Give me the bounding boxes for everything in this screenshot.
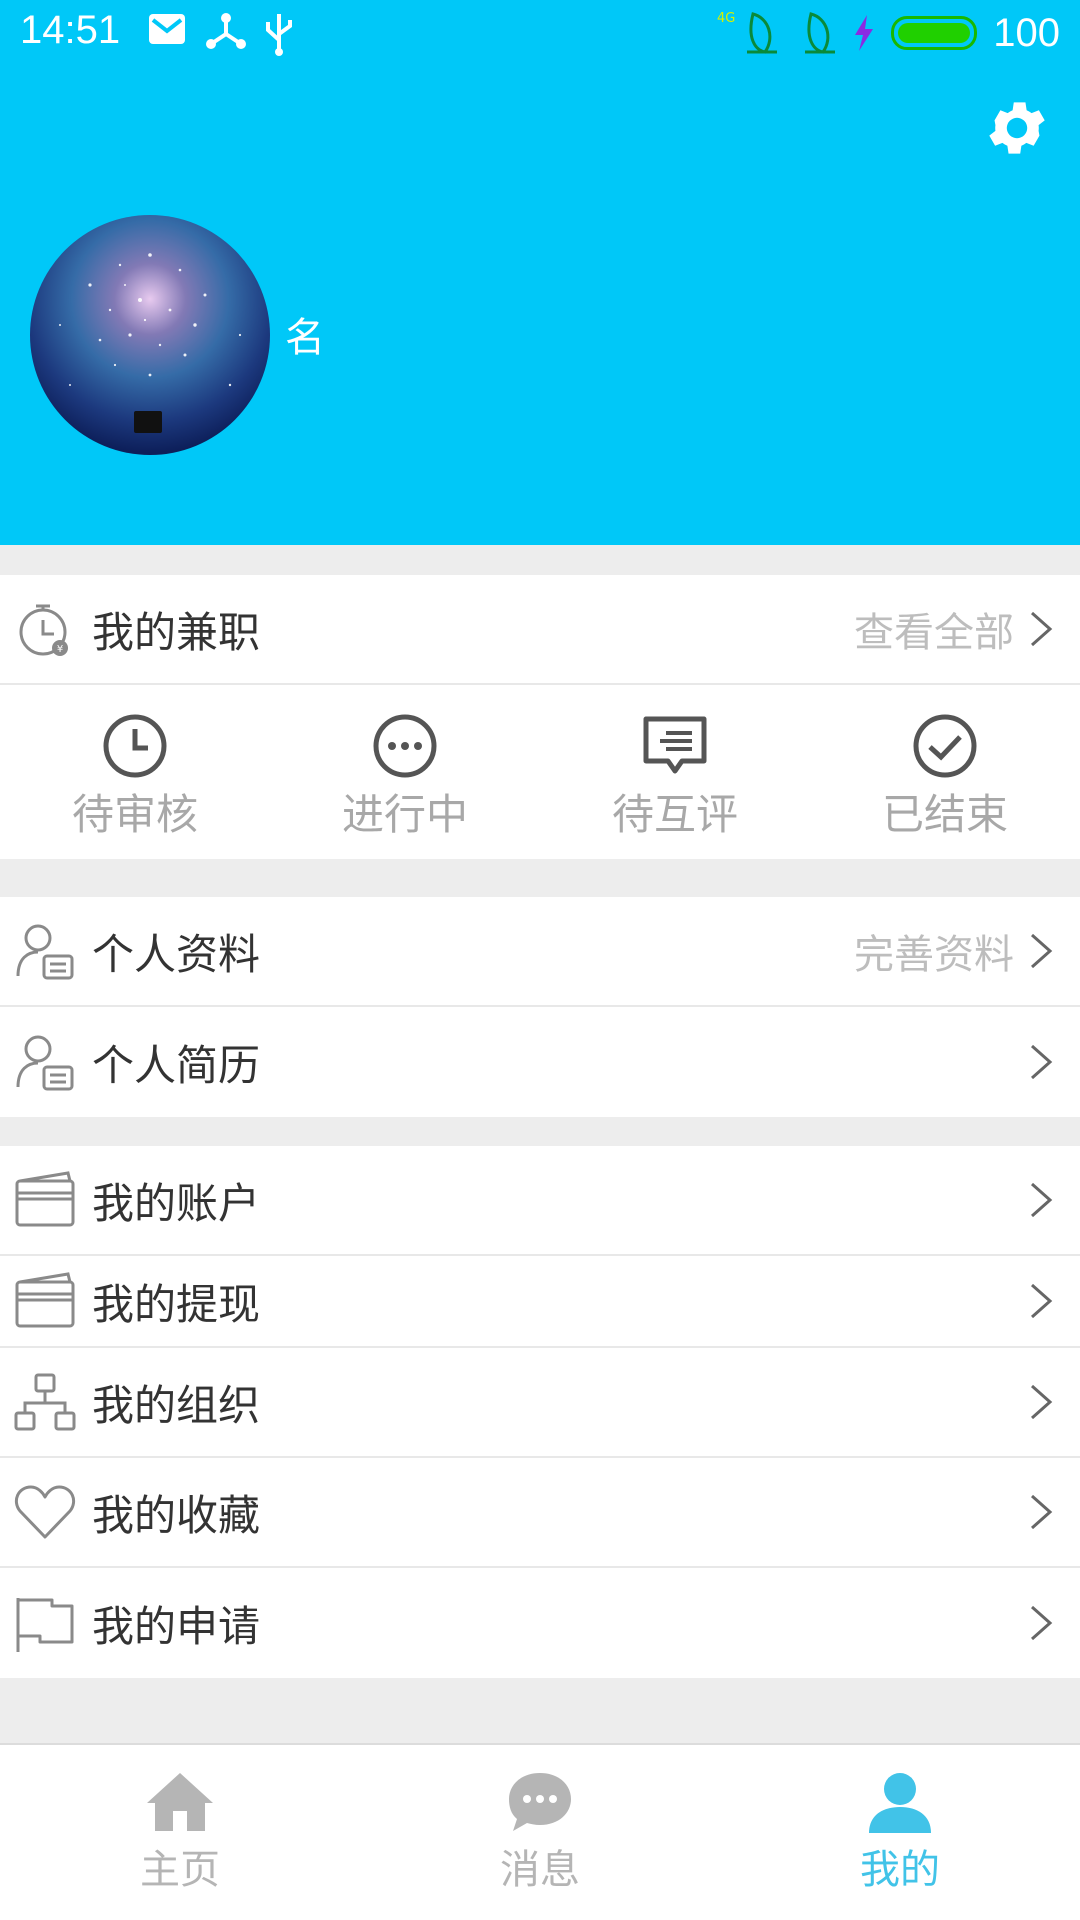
gear-icon[interactable] <box>982 93 1052 163</box>
account-section: 我的账户 我的提现 我的组织 我的收藏 我的申请 <box>0 1146 1080 1678</box>
card-icon <box>15 1171 75 1227</box>
menu-label: 我的提现 <box>92 1279 261 1329</box>
chevron-right-icon <box>1031 1494 1053 1530</box>
avatar[interactable] <box>30 215 270 455</box>
user-name[interactable]: 名 <box>285 305 325 363</box>
menu-item-profile[interactable]: 个人资料 完善资料 <box>0 897 1080 1007</box>
menu-item-resume[interactable]: 个人简历 <box>0 1007 1080 1117</box>
svg-text:¥: ¥ <box>57 644 63 655</box>
menu-label: 我的账户 <box>92 1178 261 1228</box>
job-status-row: 待审核 进行中 待互评 已结束 <box>0 685 1080 859</box>
menu-item-favorites[interactable]: 我的收藏 <box>0 1458 1080 1568</box>
chevron-right-icon <box>1031 1605 1053 1641</box>
share-icon <box>206 13 246 49</box>
status-time: 14:51 <box>20 8 121 52</box>
person-card-icon <box>16 924 74 980</box>
bottom-tab-bar: 主页 消息 我的 <box>0 1743 1080 1920</box>
mail-icon <box>149 14 185 44</box>
profile-header: 14:51 4G 100 名 <box>0 0 1080 545</box>
person-card-icon <box>16 1035 74 1091</box>
tab-home[interactable]: 主页 <box>0 1745 360 1920</box>
status-bar: 14:51 4G 100 <box>0 0 1080 66</box>
tab-label: 我的 <box>860 1847 940 1893</box>
usb-icon <box>266 14 292 56</box>
network-label: 4G <box>717 11 735 26</box>
status-in-progress[interactable]: 进行中 <box>270 685 540 859</box>
jobs-title: 我的兼职 <box>92 607 261 657</box>
profile-section: 个人资料 完善资料 个人简历 <box>0 897 1080 1117</box>
jobs-section: ¥ 我的兼职 查看全部 待审核 进行中 待互评 已结束 <box>0 575 1080 859</box>
status-pending-review[interactable]: 待审核 <box>0 685 270 859</box>
heart-icon <box>15 1485 75 1539</box>
balloon-basket <box>134 411 162 433</box>
menu-label: 我的申请 <box>92 1601 261 1651</box>
check-icon <box>913 714 977 778</box>
card-icon <box>15 1272 75 1328</box>
menu-label: 我的收藏 <box>92 1490 261 1540</box>
menu-label: 我的组织 <box>92 1380 261 1430</box>
status-label: 已结束 <box>881 790 1008 839</box>
battery-icon <box>891 16 978 50</box>
tab-profile[interactable]: 我的 <box>720 1745 1080 1920</box>
chevron-right-icon <box>1031 1384 1053 1420</box>
menu-item-applications[interactable]: 我的申请 <box>0 1568 1080 1678</box>
comment-icon <box>643 716 707 774</box>
user-icon <box>869 1773 931 1833</box>
chevron-right-icon <box>1031 611 1053 647</box>
signal-icon <box>805 12 836 54</box>
chevron-right-icon <box>1031 1182 1053 1218</box>
home-icon <box>147 1773 213 1831</box>
battery-level: 100 <box>993 10 1060 55</box>
menu-label: 个人简历 <box>92 1040 261 1090</box>
flag-icon <box>16 1598 74 1652</box>
jobs-header-row[interactable]: ¥ 我的兼职 查看全部 <box>0 575 1080 685</box>
menu-item-withdraw[interactable]: 我的提现 <box>0 1256 1080 1348</box>
chevron-right-icon <box>1031 1283 1053 1319</box>
clock-icon <box>103 714 167 778</box>
status-finished[interactable]: 已结束 <box>810 685 1080 859</box>
status-label: 待审核 <box>71 790 198 839</box>
status-right: 4G 100 <box>717 8 1060 58</box>
tab-messages[interactable]: 消息 <box>360 1745 720 1920</box>
chevron-right-icon <box>1031 1044 1053 1080</box>
menu-item-account[interactable]: 我的账户 <box>0 1146 1080 1256</box>
message-icon <box>509 1773 571 1831</box>
stopwatch-icon: ¥ <box>19 604 68 656</box>
dots-icon <box>373 714 437 778</box>
tab-label: 消息 <box>500 1847 580 1893</box>
status-label: 进行中 <box>341 790 468 839</box>
charging-icon <box>855 15 874 51</box>
chevron-right-icon <box>1031 933 1053 969</box>
tab-label: 主页 <box>140 1847 220 1893</box>
view-all-link[interactable]: 查看全部 <box>854 600 1014 658</box>
status-label: 待互评 <box>611 790 738 839</box>
menu-label: 个人资料 <box>92 929 261 979</box>
signal-icon: 4G <box>717 11 778 54</box>
complete-profile-hint: 完善资料 <box>854 932 1014 978</box>
menu-item-organization[interactable]: 我的组织 <box>0 1348 1080 1458</box>
org-icon <box>14 1373 76 1431</box>
status-pending-review-mutual[interactable]: 待互评 <box>540 685 810 859</box>
